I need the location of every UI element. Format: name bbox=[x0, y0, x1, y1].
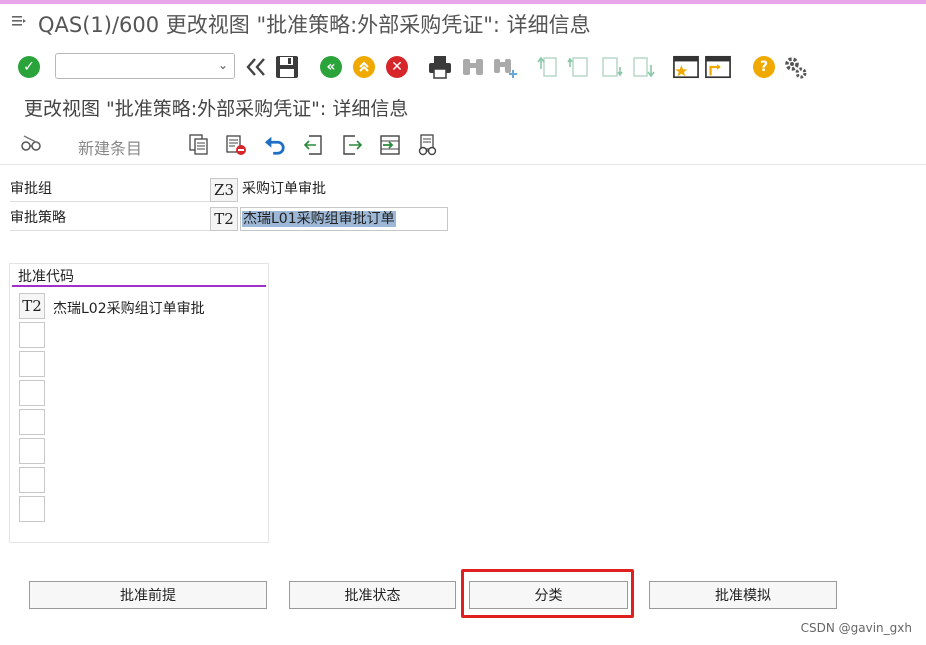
watermark: CSDN @gavin_gxh bbox=[800, 621, 912, 635]
document-glasses-icon bbox=[418, 134, 437, 156]
copy-as-button[interactable] bbox=[188, 134, 210, 156]
previous-page-button[interactable] bbox=[566, 54, 592, 80]
glasses-pencil-icon bbox=[21, 135, 41, 151]
copy-icon bbox=[189, 134, 208, 155]
release-group-description: 采购订单审批 bbox=[242, 181, 326, 197]
display-change-button[interactable] bbox=[20, 134, 42, 156]
shortcut-button[interactable] bbox=[705, 54, 731, 80]
release-strategy-code[interactable]: T2 bbox=[210, 207, 238, 231]
next-entry-button[interactable] bbox=[341, 134, 363, 156]
first-page-icon bbox=[537, 56, 557, 77]
save-icon bbox=[276, 56, 298, 78]
release-group-code[interactable]: Z3 bbox=[210, 178, 238, 202]
release-strategy-description-field[interactable]: 杰瑞L01采购组审批订单 bbox=[240, 207, 448, 231]
delete-button[interactable] bbox=[225, 134, 247, 156]
gear-icon bbox=[785, 57, 807, 79]
collapse-button[interactable] bbox=[243, 54, 269, 80]
undo-button[interactable] bbox=[264, 134, 286, 156]
last-page-button[interactable] bbox=[630, 54, 656, 80]
release-statuses-button[interactable]: 批准状态 bbox=[289, 581, 456, 609]
release-strategy-description: 杰瑞L01采购组审批订单 bbox=[242, 211, 396, 227]
help-button[interactable]: ? bbox=[751, 54, 777, 80]
group-header-line bbox=[12, 285, 266, 287]
first-page-button[interactable] bbox=[535, 54, 561, 80]
window-arrow-icon bbox=[705, 55, 731, 79]
delete-row-icon bbox=[226, 135, 246, 155]
release-codes-group: 批准代码 T2 杰瑞L02采购组订单审批 bbox=[9, 263, 269, 543]
enter-button[interactable]: ✓ bbox=[16, 54, 42, 80]
release-code-cell[interactable] bbox=[19, 351, 45, 377]
release-prerequisites-button[interactable]: 批准前提 bbox=[29, 581, 267, 609]
next-page-icon bbox=[602, 57, 623, 77]
binoculars-plus-icon bbox=[494, 59, 517, 78]
printer-icon bbox=[429, 56, 451, 79]
release-group-label: 审批组 bbox=[10, 178, 210, 202]
release-code-cell[interactable] bbox=[19, 409, 45, 435]
release-code-description: 杰瑞L02采购组订单审批 bbox=[53, 301, 205, 317]
last-page-icon bbox=[633, 57, 655, 78]
release-code-cell[interactable] bbox=[19, 467, 45, 493]
back-button[interactable]: « bbox=[318, 54, 344, 80]
release-code-cell[interactable] bbox=[19, 380, 45, 406]
release-codes-header: 批准代码 bbox=[18, 269, 74, 285]
release-code-cell[interactable] bbox=[19, 438, 45, 464]
page-title: 更改视图 "批准策略:外部采购凭证": 详细信息 bbox=[24, 98, 409, 120]
next-entry-icon bbox=[343, 135, 363, 155]
previous-entry-button[interactable] bbox=[303, 134, 325, 156]
chevron-down-icon[interactable]: ⌄ bbox=[218, 58, 228, 72]
select-block-icon bbox=[380, 135, 400, 155]
find-button[interactable] bbox=[460, 54, 486, 80]
find-next-button[interactable] bbox=[492, 54, 518, 80]
release-code-cell[interactable]: T2 bbox=[19, 293, 45, 319]
annotation-highlight-box bbox=[461, 569, 634, 618]
cancel-icon: ✕ bbox=[386, 56, 408, 78]
undo-icon bbox=[264, 136, 285, 155]
print-button[interactable] bbox=[427, 54, 453, 80]
check-icon: ✓ bbox=[18, 56, 40, 78]
window-title: QAS(1)/600 更改视图 "批准策略:外部采购凭证": 详细信息 bbox=[38, 13, 591, 37]
cancel-button[interactable]: ✕ bbox=[384, 54, 410, 80]
help-icon: ? bbox=[753, 56, 775, 78]
double-chevron-left-icon bbox=[246, 58, 265, 76]
release-code-cell[interactable] bbox=[19, 322, 45, 348]
select-block-button[interactable] bbox=[379, 134, 401, 156]
new-entries-button[interactable]: 新建条目 bbox=[78, 135, 142, 159]
standard-toolbar: ✓ ⌄ « ✕ ? bbox=[0, 46, 926, 90]
release-code-cell[interactable] bbox=[19, 496, 45, 522]
new-session-button[interactable] bbox=[673, 54, 699, 80]
back-icon: « bbox=[320, 56, 342, 78]
save-button[interactable] bbox=[274, 54, 300, 80]
release-simulation-button[interactable]: 批准模拟 bbox=[649, 581, 837, 609]
exit-button[interactable] bbox=[351, 54, 377, 80]
print-view-button[interactable] bbox=[417, 134, 439, 156]
command-field[interactable]: ⌄ bbox=[55, 53, 235, 79]
next-page-button[interactable] bbox=[598, 54, 624, 80]
window-star-icon bbox=[673, 55, 699, 79]
previous-entry-icon bbox=[303, 135, 322, 155]
title-bar: QAS(1)/600 更改视图 "批准策略:外部采购凭证": 详细信息 bbox=[0, 4, 926, 38]
previous-page-icon bbox=[567, 57, 588, 77]
command-input[interactable] bbox=[60, 55, 214, 79]
customize-layout-button[interactable] bbox=[782, 54, 808, 80]
menu-icon[interactable] bbox=[12, 15, 26, 27]
exit-icon bbox=[353, 56, 375, 78]
release-strategy-label: 审批策略 bbox=[10, 207, 210, 231]
binoculars-icon bbox=[463, 59, 483, 75]
application-toolbar: 新建条目 bbox=[0, 128, 926, 165]
